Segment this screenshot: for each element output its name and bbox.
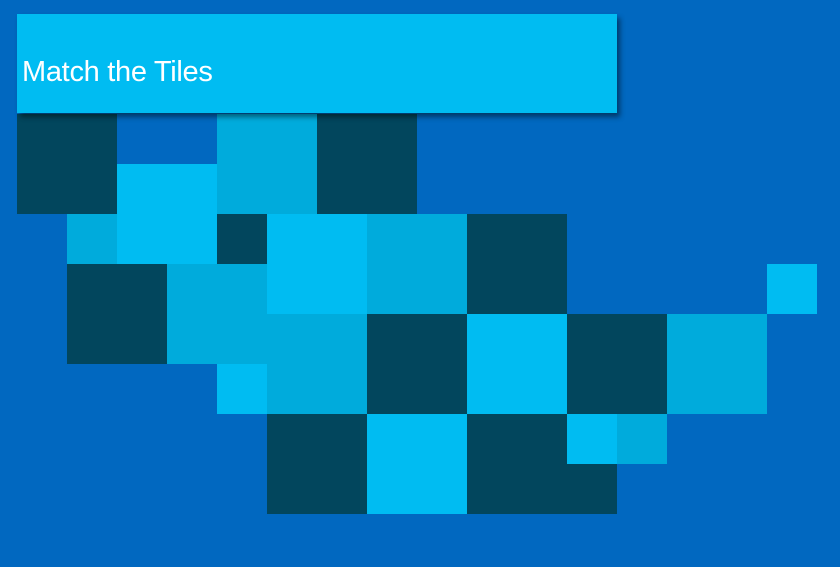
- tile-bright[interactable]: [267, 214, 367, 314]
- tile-bright[interactable]: [567, 414, 617, 464]
- game-title: Match the Tiles: [22, 56, 213, 88]
- tile-bright[interactable]: [367, 414, 467, 514]
- tile-medium[interactable]: [217, 114, 317, 214]
- tile-dark[interactable]: [467, 214, 567, 314]
- tile-bright[interactable]: [217, 364, 267, 414]
- tile-medium[interactable]: [667, 314, 767, 414]
- tile-medium[interactable]: [167, 264, 267, 364]
- tile-bright[interactable]: [767, 264, 817, 314]
- tile-dark[interactable]: [67, 264, 167, 364]
- tile-medium[interactable]: [67, 214, 117, 264]
- tile-dark[interactable]: [267, 414, 367, 514]
- tile-bright[interactable]: [117, 164, 217, 264]
- tile-dark[interactable]: [217, 214, 267, 264]
- title-banner: Match the Tiles: [17, 14, 617, 113]
- tile-dark[interactable]: [17, 114, 117, 214]
- tile-dark[interactable]: [567, 314, 667, 414]
- tile-dark[interactable]: [567, 464, 617, 514]
- tile-medium[interactable]: [367, 214, 467, 314]
- tile-bright[interactable]: [467, 314, 567, 414]
- tile-dark[interactable]: [367, 314, 467, 414]
- tile-dark[interactable]: [467, 414, 567, 514]
- game-board: Match the Tiles: [0, 0, 840, 567]
- tile-medium[interactable]: [617, 414, 667, 464]
- tile-medium[interactable]: [267, 314, 367, 414]
- tile-dark[interactable]: [317, 114, 417, 214]
